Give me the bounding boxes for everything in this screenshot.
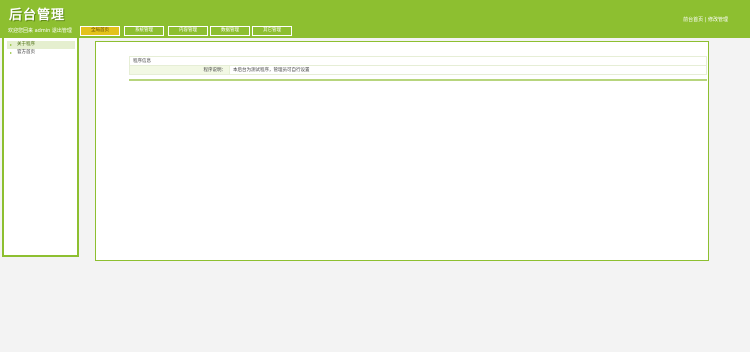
table-bottom-rule bbox=[129, 79, 707, 81]
top-links: 前台首页 | 修改管理 bbox=[683, 16, 728, 23]
row-label: 程序说明： bbox=[129, 65, 230, 75]
sidebar-item-about[interactable]: ▸ 关于程序 bbox=[7, 41, 75, 49]
row-value: 本后台为测试程序，管理员可自行设置 bbox=[229, 65, 707, 75]
app-window: 后台管理 欢迎您回来 admin 退出管理 前台首页 | 修改管理 全局首页 系… bbox=[0, 0, 750, 352]
welcome-text: 欢迎您回来 admin 退出管理 bbox=[8, 28, 72, 34]
tab-content[interactable]: 内容管理 bbox=[168, 26, 208, 36]
home-link[interactable]: 前台首页 bbox=[683, 17, 703, 23]
section-title: 程序信息 bbox=[129, 56, 707, 66]
tab-system[interactable]: 系统管理 bbox=[124, 26, 164, 36]
link-divider: | bbox=[704, 17, 707, 23]
tab-data[interactable]: 数据管理 bbox=[210, 26, 250, 36]
table-row: 程序说明： 本后台为测试程序，管理员可自行设置 bbox=[129, 65, 707, 75]
bullet-icon: ▸ bbox=[10, 50, 13, 55]
sidebar-item-official-site[interactable]: ▸ 官方首页 bbox=[7, 49, 75, 57]
tab-other[interactable]: 其它管理 bbox=[252, 26, 292, 36]
bullet-icon: ▸ bbox=[10, 42, 13, 47]
header-divider bbox=[0, 36, 750, 38]
main-panel: 程序信息 程序说明： 本后台为测试程序，管理员可自行设置 bbox=[95, 41, 709, 261]
info-table: 程序信息 程序说明： 本后台为测试程序，管理员可自行设置 bbox=[129, 56, 707, 75]
table-header-row: 程序信息 bbox=[129, 56, 707, 66]
sidebar-item-label: 关于程序 bbox=[17, 42, 35, 47]
sidebar: ▸ 关于程序 ▸ 官方首页 bbox=[2, 38, 79, 257]
edit-admin-link[interactable]: 修改管理 bbox=[708, 17, 728, 23]
sidebar-item-label: 官方首页 bbox=[17, 50, 35, 55]
tab-home[interactable]: 全局首页 bbox=[80, 26, 120, 36]
app-logo: 后台管理 bbox=[9, 8, 66, 23]
